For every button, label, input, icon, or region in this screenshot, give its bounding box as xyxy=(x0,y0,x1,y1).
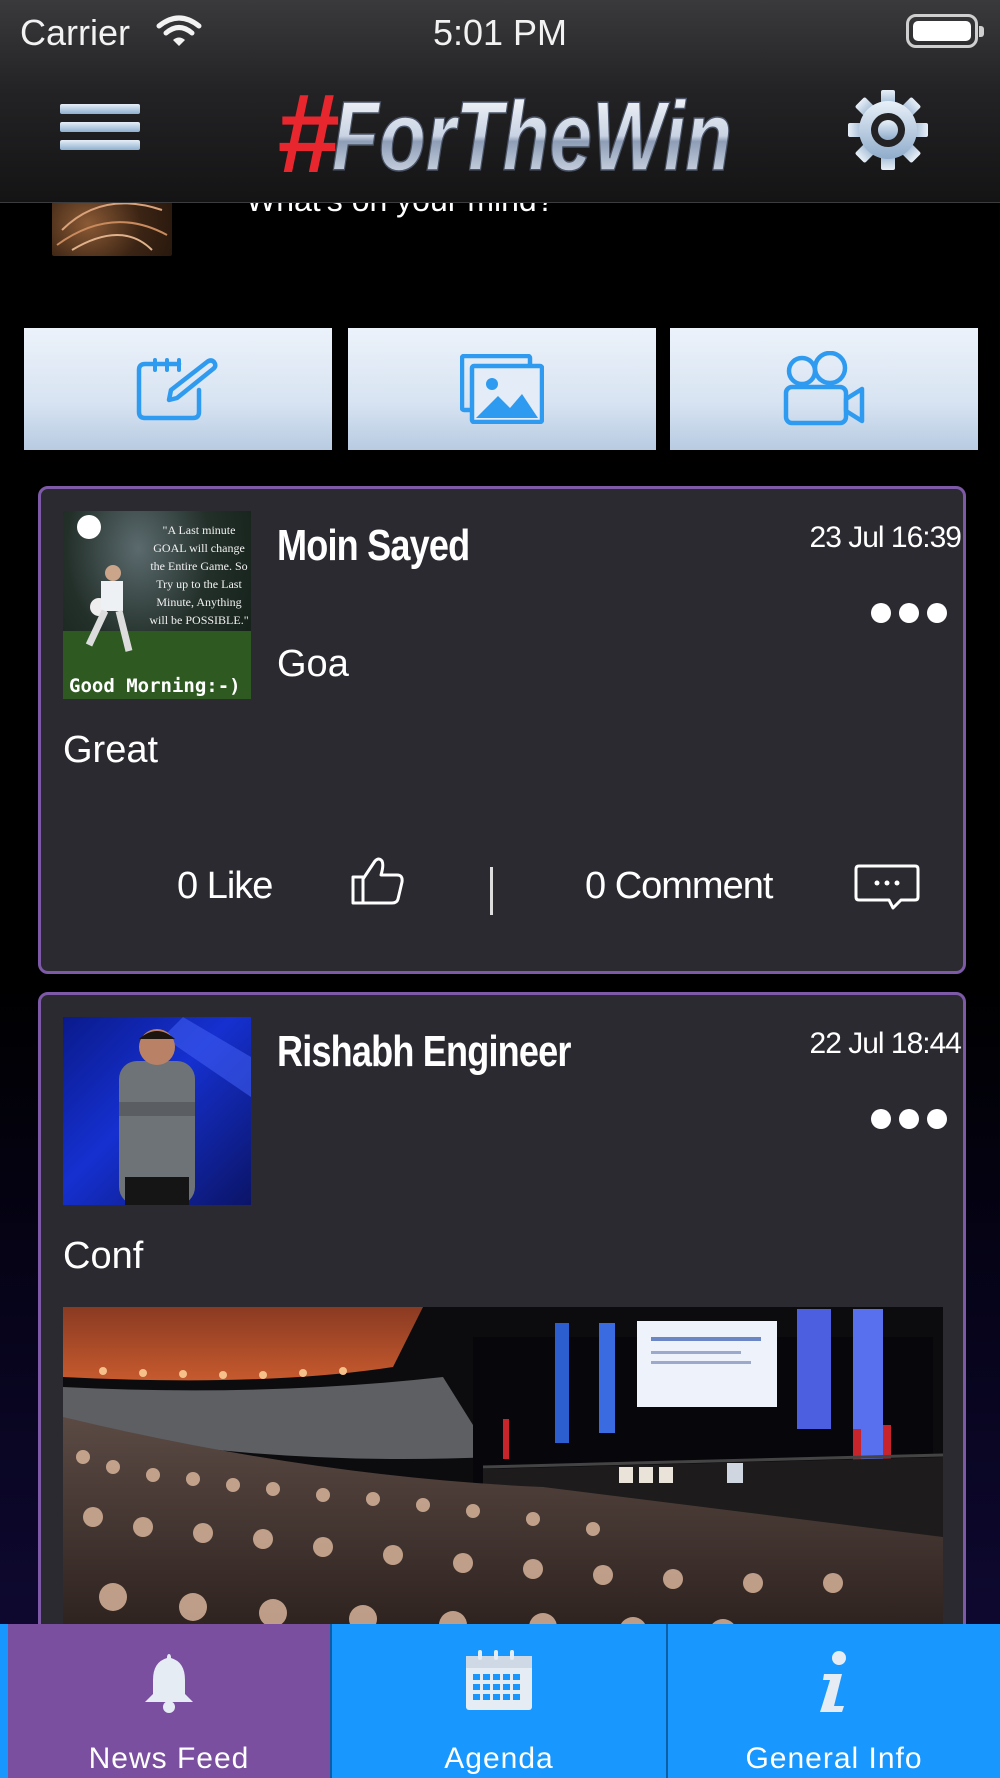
post-image[interactable] xyxy=(63,1307,943,1647)
author-name[interactable]: Moin Sayed xyxy=(277,521,470,571)
tab-news-feed[interactable]: News Feed xyxy=(8,1624,330,1778)
author-photo[interactable] xyxy=(63,1017,251,1205)
tab-general-info[interactable]: General Info xyxy=(668,1624,1000,1778)
tab-label: Agenda xyxy=(444,1742,554,1775)
photo-caption-top: "A Last minute GOAL will change the Enti… xyxy=(149,523,249,627)
battery-icon xyxy=(906,14,984,48)
settings-gear-icon[interactable] xyxy=(846,88,930,172)
video-camera-icon xyxy=(783,351,865,426)
thumbs-up-icon[interactable] xyxy=(349,855,405,907)
menu-button[interactable] xyxy=(60,104,140,158)
status-bar: Carrier 5:01 PM xyxy=(0,0,1000,64)
more-options-button[interactable] xyxy=(871,603,947,623)
logo-text: ForTheWin xyxy=(332,81,732,186)
app-header: Carrier 5:01 PM # ForTheWin xyxy=(0,0,1000,203)
post-location: Goa xyxy=(277,643,349,685)
post-date: 22 Jul 18:44 xyxy=(809,1027,962,1060)
compose-icon xyxy=(136,358,218,421)
author-name[interactable]: Rishabh Engineer xyxy=(277,1027,571,1077)
like-count: 0 Like xyxy=(177,865,273,907)
post-text: Conf xyxy=(63,1235,144,1277)
clock: 5:01 PM xyxy=(432,12,568,53)
tab-label: General Info xyxy=(745,1742,923,1775)
compose-post-button[interactable] xyxy=(24,328,332,450)
video-post-button[interactable] xyxy=(670,328,978,450)
post-card: Rishabh Engineer 22 Jul 18:44 Conf xyxy=(38,992,966,1672)
post-card: "A Last minute GOAL will change the Enti… xyxy=(38,486,966,974)
stats-divider xyxy=(490,867,493,915)
post-text: Great xyxy=(63,729,159,771)
info-icon xyxy=(820,1651,846,1712)
logo-hash: # xyxy=(276,74,339,186)
photo-caption-bottom: Good Morning:-) xyxy=(69,675,241,697)
tab-agenda[interactable]: Agenda xyxy=(332,1624,666,1778)
post-date: 23 Jul 16:39 xyxy=(809,521,962,554)
tab-bar: News Feed Agenda General Info xyxy=(0,1624,1000,1778)
comment-count: 0 Comment xyxy=(585,865,773,907)
calendar-icon xyxy=(466,1650,532,1710)
comment-icon[interactable] xyxy=(853,863,921,911)
photo-icon xyxy=(460,354,544,424)
bell-icon xyxy=(145,1654,193,1713)
photo-post-button[interactable] xyxy=(348,328,656,450)
tab-label: News Feed xyxy=(88,1742,250,1775)
author-photo[interactable]: "A Last minute GOAL will change the Enti… xyxy=(63,511,251,699)
app-logo: # ForTheWin xyxy=(276,74,733,186)
more-options-button[interactable] xyxy=(871,1109,947,1129)
